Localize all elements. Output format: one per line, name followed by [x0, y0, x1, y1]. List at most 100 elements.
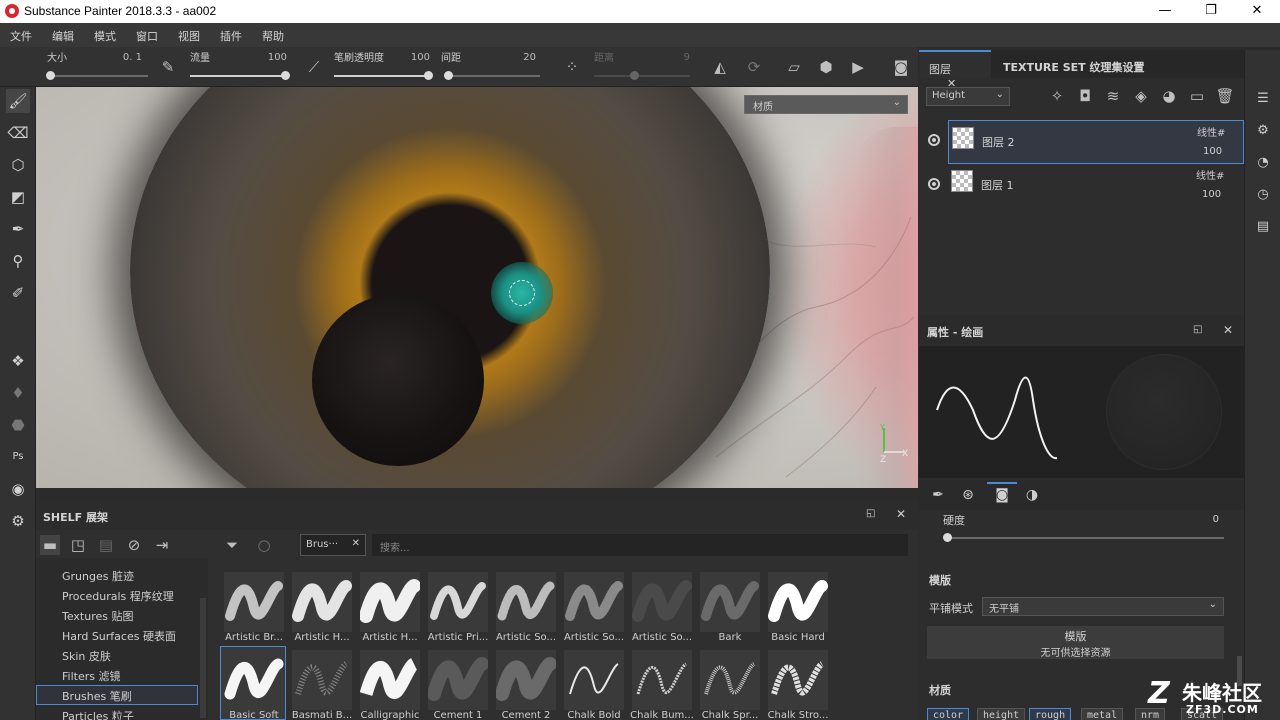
layer-row[interactable]: 图层 1 线性# 100	[948, 164, 1244, 208]
channel-rough-chip[interactable]: rough	[1029, 708, 1072, 720]
geometry-mask-tool-icon[interactable]: ◩	[6, 185, 30, 209]
menu-plugins[interactable]: 插件	[220, 28, 242, 44]
shelf-close-icon[interactable]: ✕	[896, 507, 906, 521]
brush-thumbnail[interactable]	[428, 572, 488, 632]
tab-texture-set[interactable]: TEXTURE SET 纹理集设置	[993, 50, 1155, 78]
category-skin[interactable]: Skin 皮肤	[62, 648, 111, 664]
brush-thumbnail[interactable]	[564, 650, 624, 710]
alpha-tab-icon[interactable]: ⊛	[957, 484, 979, 506]
minimize-button[interactable]: —	[1142, 0, 1188, 23]
hardness-slider-knob[interactable]	[943, 533, 952, 542]
menu-file[interactable]: 文件	[10, 28, 32, 44]
delete-layer-icon[interactable]: 🗑	[1215, 86, 1235, 106]
brush-opacity-slider-knob[interactable]	[424, 71, 433, 80]
category-grunges[interactable]: Grunges 脏迹	[62, 568, 134, 584]
new-shelf-icon[interactable]: ◳	[68, 535, 88, 555]
pen-tilt-icon[interactable]: ⟋	[304, 57, 324, 77]
brush-thumbnail[interactable]	[768, 650, 828, 710]
brush-thumbnail[interactable]	[292, 650, 352, 710]
brush-opacity-slider[interactable]	[334, 75, 430, 77]
photoshop-export-icon[interactable]: Ps	[6, 445, 30, 469]
layers-dock-icon[interactable]: ☰	[1254, 90, 1272, 108]
brush-thumbnail[interactable]	[496, 572, 556, 632]
bake-tool-icon[interactable]: ❖	[6, 349, 30, 373]
menu-edit[interactable]: 编辑	[52, 28, 74, 44]
channel-color-chip[interactable]: color	[927, 708, 970, 720]
refresh-icon[interactable]: ○	[254, 535, 274, 555]
channel-metal-chip[interactable]: metal	[1081, 708, 1124, 720]
category-hard-surfaces[interactable]: Hard Surfaces 硬表面	[62, 628, 176, 644]
material-tab-icon[interactable]: ◑	[1021, 484, 1043, 506]
tile-mode-select[interactable]: 无平铺 ⌄	[982, 597, 1224, 616]
lazy-mouse-icon[interactable]: ⁘	[562, 57, 582, 77]
menu-mode[interactable]: 模式	[94, 28, 116, 44]
layer-opacity[interactable]: 100	[1202, 189, 1221, 200]
add-mask-icon[interactable]: ◘	[1075, 86, 1095, 106]
brush-thumbnail[interactable]	[564, 572, 624, 632]
projection-tool-icon[interactable]: ⬡	[6, 153, 30, 177]
category-particles[interactable]: Particles 粒子	[62, 708, 134, 720]
flow-slider[interactable]	[190, 75, 286, 77]
spacing-slider[interactable]	[444, 75, 540, 77]
import-icon[interactable]: ⇥	[152, 535, 172, 555]
projection-plane-icon[interactable]: ▱	[784, 57, 804, 77]
brush-thumbnail[interactable]	[700, 650, 760, 710]
size-slider-knob[interactable]	[46, 71, 55, 80]
layer-opacity[interactable]: 100	[1203, 146, 1222, 157]
screenshot-camera-icon[interactable]: ◙	[891, 57, 911, 77]
category-textures[interactable]: Textures 贴图	[62, 608, 134, 624]
3d-viewport[interactable]: 材质 ⌄ Y Z X	[36, 87, 918, 488]
paint-brush-tool-icon[interactable]: 🖌	[6, 89, 30, 113]
brush-thumbnail[interactable]	[700, 572, 760, 632]
view-cube-icon[interactable]: ⬢	[816, 57, 836, 77]
category-procedurals[interactable]: Procedurals 程序纹理	[62, 588, 174, 604]
iray-render-icon[interactable]: ◉	[6, 477, 30, 501]
brush-thumbnail[interactable]	[768, 572, 828, 632]
shelf-float-icon[interactable]: ◱	[866, 508, 875, 519]
plugin-icon[interactable]: ⬣	[6, 413, 30, 437]
layer-blend-mode[interactable]: 线性#	[1197, 124, 1225, 139]
symmetry-settings-icon[interactable]: ⟳	[744, 57, 764, 77]
filter-funnel-icon[interactable]: ⏷	[222, 535, 242, 555]
flow-slider-knob[interactable]	[281, 71, 290, 80]
clone-stamp-tool-icon[interactable]: ⚲	[6, 249, 30, 273]
spacing-slider-knob[interactable]	[444, 71, 453, 80]
hide-icon[interactable]: ⊘	[124, 535, 144, 555]
smudge-tool-icon[interactable]: ✒	[6, 217, 30, 241]
channel-height-chip[interactable]: height	[977, 708, 1026, 720]
viewport-mode-select[interactable]: 材质 ⌄	[744, 95, 908, 114]
filter-tag[interactable]: Brus··· ✕	[300, 534, 366, 556]
category-scrollbar[interactable]	[200, 598, 206, 718]
notification-bell-icon[interactable]: ♦	[6, 381, 30, 405]
filter-tag-remove-icon[interactable]: ✕	[352, 538, 360, 549]
add-folder-icon[interactable]: ▭	[1187, 86, 1207, 106]
restore-button[interactable]: ❐	[1188, 0, 1234, 23]
pen-pressure-icon[interactable]: ✎	[158, 57, 178, 77]
history-dock-icon[interactable]: ◷	[1254, 186, 1272, 204]
layer-row-selected[interactable]: 图层 2 线性# 100	[948, 120, 1244, 164]
brush-tab-icon[interactable]: ✒	[927, 484, 949, 506]
add-layer-icon[interactable]: ≋	[1103, 86, 1123, 106]
add-effect-icon[interactable]: ✧	[1047, 86, 1067, 106]
menu-window[interactable]: 窗口	[136, 28, 158, 44]
brush-thumbnail[interactable]	[360, 650, 420, 710]
log-dock-icon[interactable]: ▤	[1254, 218, 1272, 236]
shelf-stack-icon[interactable]: ▤	[96, 535, 116, 555]
brush-thumbnail-selected[interactable]	[220, 646, 286, 720]
eraser-tool-icon[interactable]: ⌫	[6, 121, 30, 145]
brush-opacity-value[interactable]: 100	[388, 52, 430, 63]
brush-thumbnail[interactable]	[360, 572, 420, 632]
camera-video-icon[interactable]: ▶	[848, 57, 868, 77]
hardness-slider[interactable]	[947, 537, 1224, 539]
shelf-search-input[interactable]: 搜索...	[372, 534, 908, 556]
stencil-tab-icon[interactable]: ◙	[987, 482, 1017, 504]
display-settings-dock-icon[interactable]: ◔	[1254, 154, 1272, 172]
stencil-resource-slot[interactable]: 模版 无可供选择资源	[927, 626, 1224, 659]
settings-gear-icon[interactable]: ⚙	[6, 509, 30, 533]
folder-icon[interactable]: ▬	[40, 535, 60, 555]
category-brushes[interactable]: Brushes 笔刷	[36, 685, 198, 705]
channel-select[interactable]: Height ⌄	[926, 87, 1010, 106]
texture-set-dock-icon[interactable]: ⚙	[1254, 122, 1272, 140]
tab-layers[interactable]: 图层 ✕	[919, 50, 991, 90]
brush-thumbnail[interactable]	[496, 650, 556, 710]
